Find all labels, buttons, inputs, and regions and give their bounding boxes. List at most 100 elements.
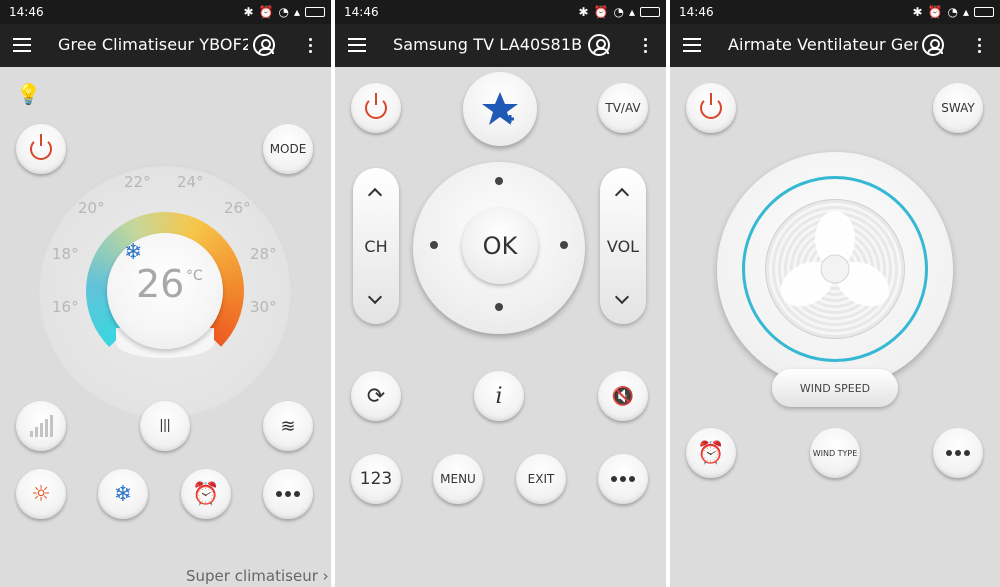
number-pad-label: 123 xyxy=(359,469,393,489)
menu-icon[interactable] xyxy=(683,38,701,52)
dpad-left[interactable] xyxy=(430,241,438,249)
fan-power-button[interactable] xyxy=(686,83,736,133)
scale-22: 22° xyxy=(124,173,151,191)
bluetooth-icon: ✱ xyxy=(912,5,923,19)
channel-up-icon[interactable] xyxy=(367,187,383,203)
wifi-icon: ◔ xyxy=(278,5,289,19)
ok-label: OK xyxy=(482,232,518,260)
page-title: Gree Climatiseur YBOF2 xyxy=(58,35,248,54)
refresh-icon: ⟳ xyxy=(366,383,386,409)
swing-horizontal-button[interactable]: ≋ xyxy=(263,401,313,451)
wifi-icon: ◔ xyxy=(613,5,624,19)
signal-bars-icon xyxy=(29,415,53,437)
dpad-down[interactable] xyxy=(495,303,503,311)
bluetooth-icon: ✱ xyxy=(243,5,254,19)
power-button[interactable] xyxy=(16,124,66,174)
dpad-up[interactable] xyxy=(495,177,503,185)
scale-30: 30° xyxy=(250,298,277,316)
ok-button[interactable]: OK xyxy=(462,208,538,284)
status-bar: 14:46 ✱ ⏰ ◔ ▴ xyxy=(335,0,666,24)
bulb-icon[interactable]: 💡 xyxy=(16,82,41,106)
more-vert-icon[interactable] xyxy=(644,38,648,54)
status-bar: 14:46 ✱ ⏰ ◔ ▴ xyxy=(670,0,1000,24)
wind-speed-label: WIND SPEED xyxy=(799,381,871,395)
app-bar: Gree Climatiseur YBOF2 xyxy=(0,24,331,67)
tvav-button[interactable]: TV/AV xyxy=(598,83,648,133)
alarm-icon: ⏰ xyxy=(593,5,609,19)
dpad-right[interactable] xyxy=(560,241,568,249)
page-title: Airmate Ventilateur Gener xyxy=(728,35,918,54)
sway-label: SWAY xyxy=(941,101,975,115)
fan-timer-button[interactable]: ⏰ xyxy=(686,428,736,478)
signal-icon: ▴ xyxy=(628,5,635,19)
power-icon xyxy=(365,93,387,119)
swing-vertical-button[interactable]: ꔖ xyxy=(140,401,190,451)
battery-icon xyxy=(305,7,325,17)
heat-button[interactable]: ☼ xyxy=(16,469,66,519)
tv-more-button[interactable] xyxy=(598,454,648,504)
super-climatiseur-link[interactable]: Super climatiseur › xyxy=(186,567,329,585)
wind-type-button[interactable]: WIND TYPE xyxy=(810,428,860,478)
scale-24: 24° xyxy=(177,173,204,191)
app-bar: Airmate Ventilateur Gener xyxy=(670,24,1000,67)
mute-button[interactable]: 🔇 xyxy=(598,371,648,421)
channel-down-icon[interactable] xyxy=(367,289,383,305)
tv-power-button[interactable] xyxy=(351,83,401,133)
mode-button[interactable]: MODE xyxy=(263,124,313,174)
wind-type-label: WIND TYPE xyxy=(812,448,858,458)
volume-up-icon[interactable] xyxy=(614,187,630,203)
fan-more-button[interactable] xyxy=(933,428,983,478)
fan-speed-button[interactable] xyxy=(16,401,66,451)
status-icons: ✱ ⏰ ◔ ▴ xyxy=(578,0,660,24)
menu-icon[interactable] xyxy=(348,38,366,52)
battery-icon xyxy=(974,7,994,17)
volume-rocker[interactable]: VOL xyxy=(600,168,646,324)
status-icons: ✱ ⏰ ◔ ▴ xyxy=(243,0,325,24)
info-icon: i xyxy=(495,383,503,409)
page-title: Samsung TV LA40S81B xyxy=(393,35,583,54)
menu-button[interactable]: MENU xyxy=(433,454,483,504)
cool-button[interactable]: ❄ xyxy=(98,469,148,519)
favorite-button[interactable] xyxy=(463,72,537,146)
info-button[interactable]: i xyxy=(474,371,524,421)
alarm-icon: ⏰ xyxy=(927,5,943,19)
wind-speed-button[interactable]: WIND SPEED xyxy=(772,369,898,407)
more-horiz-icon xyxy=(276,491,300,497)
channel-label: CH xyxy=(364,236,388,256)
battery-icon xyxy=(640,7,660,17)
menu-icon[interactable] xyxy=(13,38,31,52)
channel-rocker[interactable]: CH xyxy=(353,168,399,324)
refresh-button[interactable]: ⟳ xyxy=(351,371,401,421)
alarm-icon: ⏰ xyxy=(258,5,274,19)
scale-26: 26° xyxy=(224,199,251,217)
account-icon[interactable] xyxy=(253,34,275,56)
status-time: 14:46 xyxy=(679,5,714,19)
temperature-unit: °C xyxy=(186,268,203,284)
account-icon[interactable] xyxy=(922,34,944,56)
volume-down-icon[interactable] xyxy=(614,289,630,305)
power-icon xyxy=(30,134,52,160)
more-vert-icon[interactable] xyxy=(978,38,982,54)
panel-air-conditioner: 14:46 ✱ ⏰ ◔ ▴ Gree Climatiseur YBOF2 💡 M… xyxy=(0,0,331,587)
exit-label: EXIT xyxy=(527,472,555,486)
swing-horizontal-icon: ≋ xyxy=(280,415,296,437)
timer-button[interactable]: ⏰ xyxy=(181,469,231,519)
power-icon xyxy=(700,93,722,119)
exit-button[interactable]: EXIT xyxy=(516,454,566,504)
more-options-button[interactable] xyxy=(263,469,313,519)
app-bar: Samsung TV LA40S81B xyxy=(335,24,666,67)
status-time: 14:46 xyxy=(344,5,379,19)
chevron-right-icon: › xyxy=(322,567,329,585)
sway-button[interactable]: SWAY xyxy=(933,83,983,133)
more-vert-icon[interactable] xyxy=(309,38,313,54)
menu-label: MENU xyxy=(440,472,476,486)
signal-icon: ▴ xyxy=(293,5,300,19)
number-pad-button[interactable]: 123 xyxy=(351,454,401,504)
mode-label: MODE xyxy=(269,142,307,156)
status-bar: 14:46 ✱ ⏰ ◔ ▴ xyxy=(0,0,331,24)
account-icon[interactable] xyxy=(588,34,610,56)
scale-20: 20° xyxy=(78,199,105,217)
current-temperature: 26 xyxy=(136,262,185,306)
snowflake-icon: ❄ xyxy=(113,481,133,507)
volume-label: VOL xyxy=(606,236,640,256)
